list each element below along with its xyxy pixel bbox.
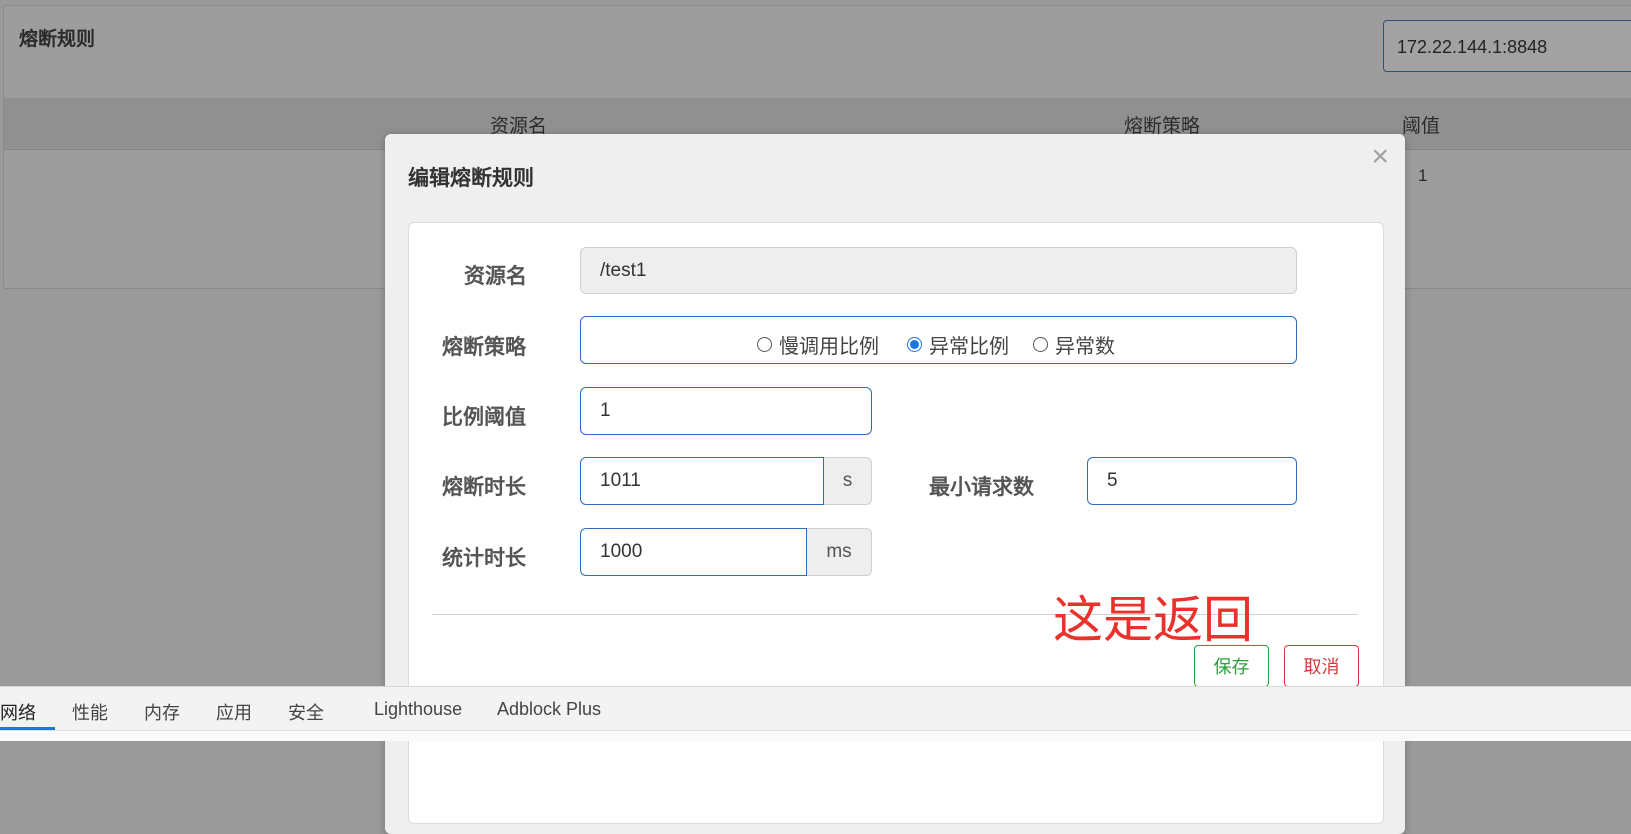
- dialog-title: 编辑熔断规则: [408, 167, 534, 190]
- tab-network[interactable]: 网络: [0, 699, 36, 725]
- ratio-threshold-input[interactable]: 1: [580, 387, 872, 435]
- column-header-threshold: 阈值: [1402, 116, 1441, 137]
- radio-slow-ratio[interactable]: 慢调用比例: [757, 330, 879, 359]
- tab-lighthouse[interactable]: Lighthouse: [374, 699, 462, 720]
- page-title: 熔断规则: [19, 29, 96, 50]
- table-cell-threshold: 1: [1418, 166, 1428, 185]
- ratio-threshold-label: 比例阈值: [442, 406, 526, 429]
- break-duration-label: 熔断时长: [442, 476, 526, 499]
- radio-label: 异常数: [1055, 336, 1115, 358]
- break-duration-unit: s: [824, 457, 872, 505]
- stat-duration-unit: ms: [807, 528, 872, 576]
- radio-checked-icon: [907, 337, 922, 352]
- annotation-text: 这是返回: [1053, 591, 1253, 649]
- radio-label: 异常比例: [929, 336, 1009, 358]
- save-button[interactable]: 保存: [1194, 645, 1269, 687]
- tab-adblock-plus[interactable]: Adblock Plus: [497, 699, 601, 720]
- close-icon[interactable]: ×: [1371, 142, 1389, 172]
- radio-error-ratio[interactable]: 异常比例: [907, 330, 1009, 359]
- radio-error-count[interactable]: 异常数: [1033, 330, 1115, 359]
- stat-duration-label: 统计时长: [442, 547, 526, 570]
- radio-unchecked-icon: [757, 337, 772, 352]
- resource-label: 资源名: [464, 265, 527, 288]
- tab-application[interactable]: 应用: [216, 699, 252, 725]
- tab-performance[interactable]: 性能: [72, 699, 108, 725]
- devtools-panel-edge: [0, 730, 1631, 741]
- min-requests-label: 最小请求数: [929, 476, 1034, 499]
- cancel-button[interactable]: 取消: [1284, 645, 1359, 687]
- strategy-radio-group: 慢调用比例 异常比例 异常数: [580, 316, 1297, 364]
- tab-security[interactable]: 安全: [288, 699, 324, 725]
- break-duration-input[interactable]: 1011: [580, 457, 824, 505]
- machine-select[interactable]: 172.22.144.1:8848: [1383, 20, 1631, 72]
- resource-input: /test1: [580, 247, 1297, 294]
- devtools-tabbar: 网络 性能 内存 应用 安全 Lighthouse Adblock Plus: [0, 686, 1631, 741]
- tab-memory[interactable]: 内存: [144, 699, 180, 725]
- min-requests-input[interactable]: 5: [1087, 457, 1297, 505]
- stat-duration-input[interactable]: 1000: [580, 528, 807, 576]
- strategy-label: 熔断策略: [442, 336, 526, 359]
- radio-unchecked-icon: [1033, 337, 1048, 352]
- radio-label: 慢调用比例: [779, 336, 879, 358]
